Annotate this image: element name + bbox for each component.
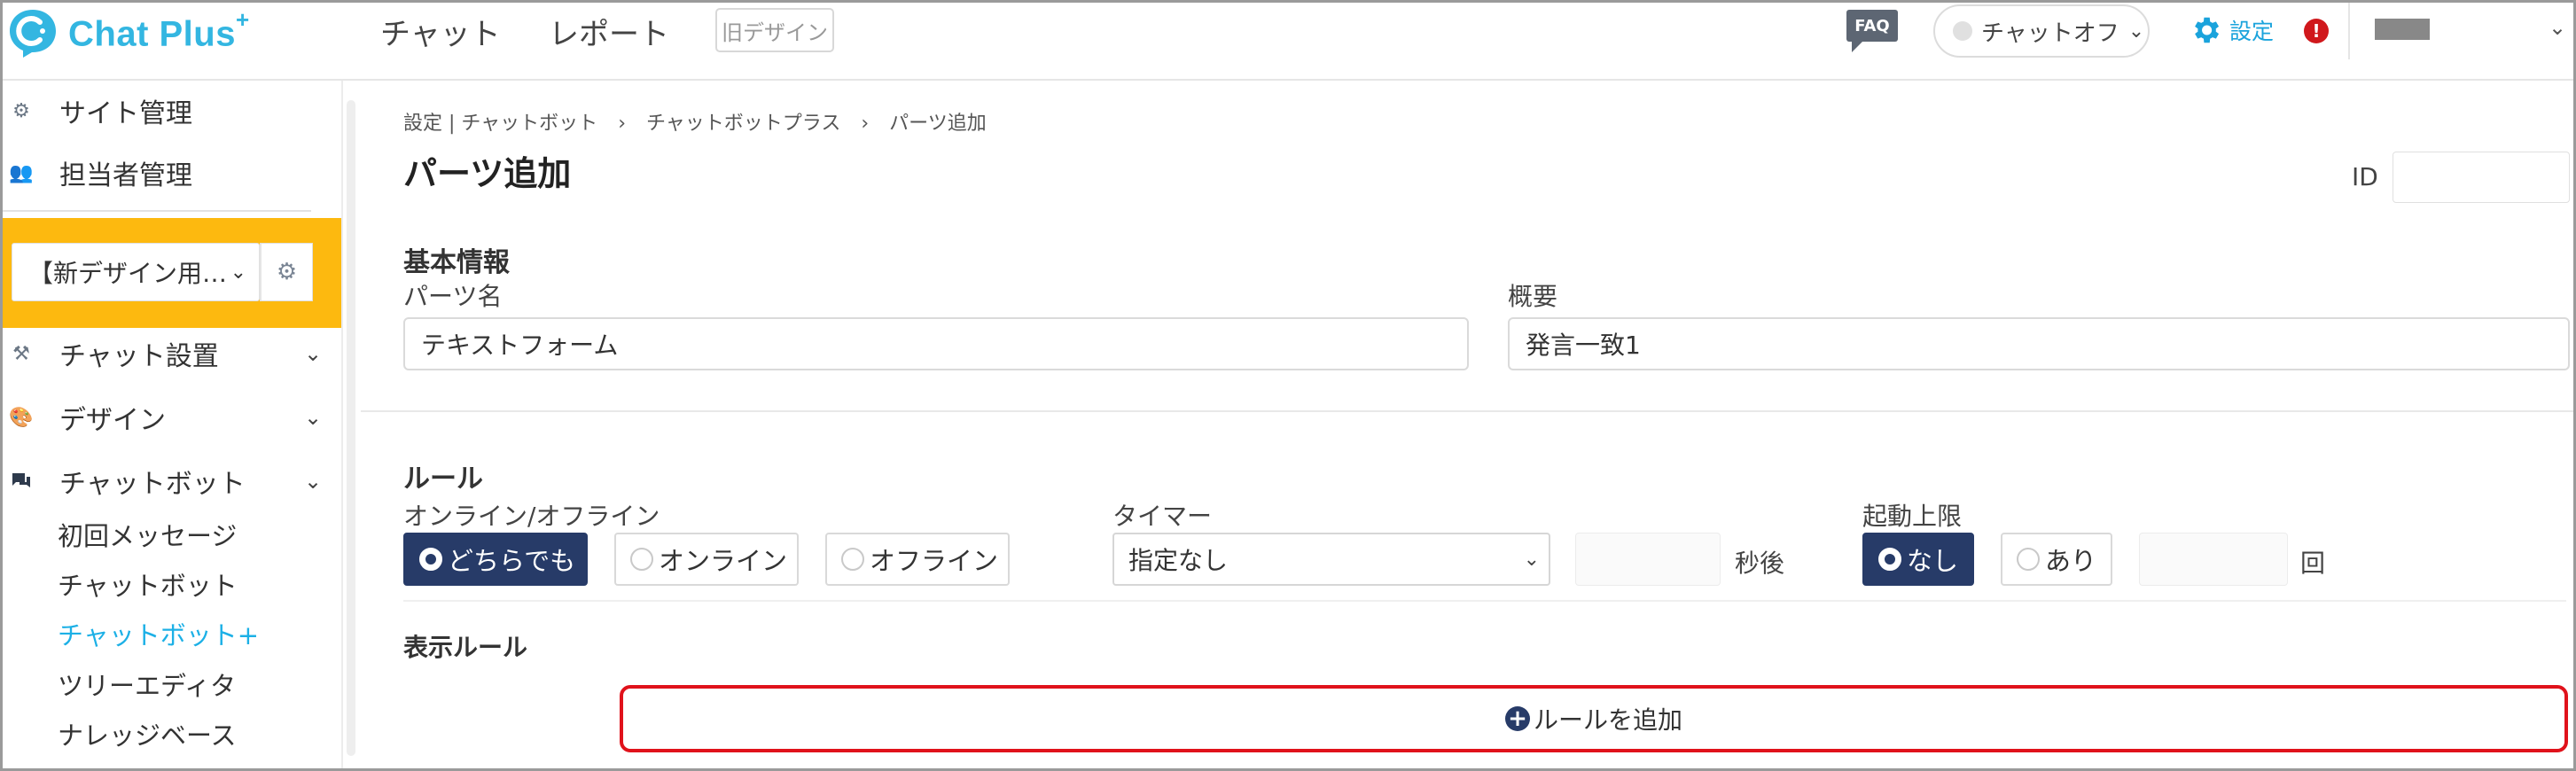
radio-circle-icon [841, 548, 864, 571]
logo-text: Chat Plus+ [68, 5, 250, 54]
sidebar-item-design[interactable]: 🎨 デザイン ⌄ [3, 391, 343, 444]
chevron-down-icon: ⌄ [1523, 548, 1540, 571]
display-rules-heading: 表示ルール [403, 633, 528, 662]
chevron-down-icon: ⌄ [304, 341, 323, 366]
site-select-value: 【新デザイン用… [28, 259, 228, 288]
timer-label: タイマー [1112, 502, 1213, 531]
radio-circle-icon [419, 548, 442, 571]
header-divider [2348, 3, 2350, 59]
sidebar-item-label: デザイン [59, 405, 166, 436]
chat-status-toggle[interactable]: チャットオフ ⌄ [1933, 4, 2150, 58]
chevron-down-icon: ⌄ [304, 405, 323, 430]
timer-select[interactable]: 指定なし ⌄ [1112, 533, 1550, 586]
rules-heading: ルール [403, 463, 483, 495]
breadcrumb-item-chatbot-plus[interactable]: チャットボットプラス [646, 113, 840, 135]
timer-unit-label: 秒後 [1735, 549, 1785, 578]
add-rule-button[interactable]: + ルールを追加 [620, 685, 2568, 752]
chat-icon [10, 471, 33, 491]
radio-online[interactable]: オンライン [614, 533, 799, 586]
user-avatar[interactable] [2375, 19, 2430, 40]
part-name-input[interactable]: テキストフォーム [403, 317, 1469, 370]
radio-circle-icon [2017, 548, 2040, 571]
sidebar-item-label: サイト管理 [59, 98, 192, 129]
sidebar-item-label: チャットボット [59, 469, 246, 500]
id-label: ID [2352, 162, 2378, 191]
radio-label: なし [1907, 546, 1959, 576]
sidebar-subitem-knowledge-base[interactable]: ナレッジベース [58, 712, 237, 756]
activation-limit-label: 起動上限 [1862, 502, 1963, 531]
chat-plus-logo-icon [8, 8, 58, 58]
chevron-down-icon: ⌄ [304, 469, 323, 494]
sidebar: ⚙ サイト管理 👥 担当者管理 【新デザイン用… ⌄ ⚙ ⚒ チャット設置 ⌄ … [3, 81, 343, 768]
main-content: 設定 | チャットボット › チャットボットプラス › パーツ追加 パーツ追加 … [361, 81, 2573, 768]
settings-label: 設定 [2229, 19, 2275, 44]
faq-icon[interactable]: FAQ [1846, 10, 1898, 52]
radio-circle-icon [1878, 548, 1901, 571]
status-dot-icon [1953, 21, 1972, 41]
site-selector-panel: 【新デザイン用… ⌄ ⚙ [3, 218, 341, 328]
sidebar-scrollbar[interactable] [347, 100, 355, 756]
user-menu-chevron-icon[interactable]: ⌄ [2549, 15, 2566, 40]
sidebar-subitem-first-message[interactable]: 初回メッセージ [58, 512, 237, 557]
gear-icon [2195, 17, 2220, 43]
breadcrumb-item-settings[interactable]: 設定 | チャットボット [403, 113, 597, 135]
sidebar-item-chatbot[interactable]: チャットボット ⌄ [3, 455, 343, 508]
site-select[interactable]: 【新デザイン用… ⌄ [12, 243, 260, 301]
breadcrumb-item-current: パーツ追加 [889, 113, 987, 135]
section-divider [361, 410, 2573, 412]
add-rule-label: ルールを追加 [1533, 705, 1682, 735]
rules-divider [403, 600, 2566, 602]
basic-info-heading: 基本情報 [403, 247, 510, 278]
part-name-label: パーツ名 [403, 282, 503, 311]
page-title: パーツ追加 [403, 154, 572, 193]
breadcrumb-separator: › [618, 113, 626, 135]
online-offline-label: オンライン/オフライン [403, 502, 660, 531]
chat-status-label: チャットオフ [1981, 19, 2119, 47]
sidebar-subitem-tree-editor[interactable]: ツリーエディタ [58, 662, 236, 706]
limit-count-input[interactable] [2139, 533, 2288, 586]
radio-either[interactable]: どちらでも [403, 533, 588, 586]
radio-circle-icon [630, 548, 653, 571]
breadcrumb-separator: › [861, 113, 870, 135]
site-settings-gear-icon[interactable]: ⚙ [260, 243, 313, 301]
top-bar: Chat Plus+ チャット レポート 旧デザイン FAQ チャットオフ ⌄ … [3, 3, 2573, 81]
summary-label: 概要 [1508, 282, 1558, 311]
sidebar-item-chat-install[interactable]: ⚒ チャット設置 ⌄ [3, 327, 343, 380]
sidebar-subitem-chatbot[interactable]: チャットボット [58, 562, 238, 606]
breadcrumb: 設定 | チャットボット › チャットボットプラス › パーツ追加 [403, 107, 987, 136]
sidebar-subitem-chatbot-plus[interactable]: チャットボット+ [58, 611, 259, 656]
chevron-down-icon: ⌄ [230, 261, 246, 284]
sidebar-item-label: 担当者管理 [59, 160, 192, 191]
radio-limit-none[interactable]: なし [1862, 533, 1974, 586]
tools-icon: ⚒ [12, 342, 30, 365]
alert-icon[interactable]: ! [2304, 19, 2329, 43]
app-window: Chat Plus+ チャット レポート 旧デザイン FAQ チャットオフ ⌄ … [0, 0, 2576, 771]
limit-unit-label: 回 [2300, 549, 2326, 578]
radio-label: あり [2045, 546, 2097, 576]
palette-icon: 🎨 [9, 406, 34, 429]
id-field[interactable] [2393, 152, 2570, 203]
logo[interactable]: Chat Plus+ [8, 6, 250, 59]
chevron-down-icon: ⌄ [2127, 19, 2145, 43]
plus-circle-icon: + [1504, 706, 1530, 731]
settings-link[interactable]: 設定 [2189, 13, 2274, 47]
sidebar-item-site-management[interactable]: ⚙ サイト管理 [3, 84, 343, 137]
nav-chat[interactable]: チャット [380, 10, 501, 53]
users-icon: 👥 [9, 161, 34, 184]
summary-input[interactable]: 発言一致1 [1508, 317, 2570, 370]
timer-select-value: 指定なし [1128, 546, 1229, 575]
timer-seconds-input[interactable] [1575, 533, 1721, 586]
radio-label: どちらでも [448, 546, 576, 576]
radio-label: オンライン [659, 546, 788, 576]
sidebar-item-staff-management[interactable]: 👥 担当者管理 [3, 146, 343, 199]
radio-limit-yes[interactable]: あり [2001, 533, 2112, 586]
gear-icon: ⚙ [12, 99, 30, 122]
nav-report[interactable]: レポート [549, 10, 669, 53]
old-design-button[interactable]: 旧デザイン [715, 8, 834, 52]
radio-label: オフライン [870, 546, 999, 576]
radio-offline[interactable]: オフライン [825, 533, 1010, 586]
sidebar-divider [3, 210, 311, 212]
sidebar-item-label: チャット設置 [59, 341, 219, 372]
